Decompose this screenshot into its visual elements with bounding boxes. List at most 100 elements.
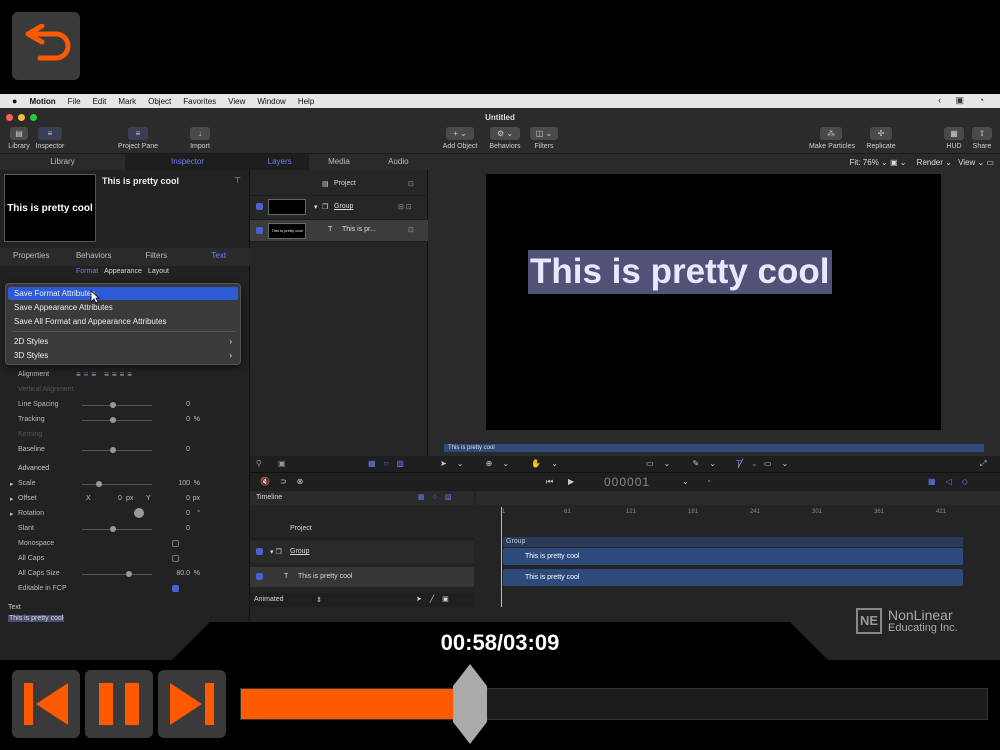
timeline-group-bar[interactable]: Group bbox=[503, 537, 963, 547]
project-pane-button[interactable]: ≡ bbox=[128, 127, 148, 140]
tab-media[interactable]: Media bbox=[309, 154, 368, 170]
canvas[interactable]: This is pretty cool bbox=[486, 174, 941, 430]
lock-icon[interactable]: ⊡ bbox=[408, 226, 414, 234]
menu-edit[interactable]: Edit bbox=[93, 97, 107, 106]
apple-icon[interactable]: ● bbox=[12, 96, 17, 106]
disclosure-triangle-icon[interactable]: ▸ bbox=[10, 510, 14, 518]
add-object-button[interactable]: + ⌄ bbox=[446, 127, 474, 140]
mask-tool-icon[interactable]: ▭⌄ bbox=[764, 459, 798, 468]
tab-appearance[interactable]: Appearance bbox=[104, 268, 142, 275]
view-menu[interactable]: View bbox=[958, 158, 975, 167]
render-menu[interactable]: Render bbox=[917, 158, 943, 167]
search-icon[interactable]: ⚲ bbox=[256, 459, 262, 468]
tab-layers[interactable]: Layers bbox=[250, 154, 310, 170]
filters-button[interactable]: ◫ ⌄ bbox=[530, 127, 558, 140]
expand-icon[interactable]: ⤢ bbox=[980, 459, 986, 469]
menu-object[interactable]: Object bbox=[148, 97, 171, 106]
menu-item-3d-styles[interactable]: 3D Styles › bbox=[8, 349, 238, 362]
slant-slider[interactable] bbox=[82, 529, 152, 530]
slant-knob[interactable] bbox=[110, 526, 116, 532]
timeline-track-2[interactable]: This is pretty cool bbox=[503, 569, 963, 586]
tab-properties[interactable]: Properties bbox=[0, 248, 63, 266]
line-spacing-knob[interactable] bbox=[110, 402, 116, 408]
scale-slider[interactable] bbox=[82, 484, 152, 485]
text-value-field[interactable]: This is pretty cool bbox=[8, 615, 65, 622]
pin-icon[interactable]: ⊤ bbox=[234, 176, 241, 185]
baseline-slider[interactable] bbox=[82, 450, 152, 451]
back-button[interactable] bbox=[12, 12, 80, 80]
progress-knob[interactable] bbox=[453, 664, 487, 744]
menu-item-save-appearance[interactable]: Save Appearance Attributes bbox=[8, 301, 238, 314]
tab-text[interactable]: Text bbox=[188, 248, 251, 266]
tab-layout[interactable]: Layout bbox=[148, 268, 169, 275]
group-visibility-checkbox[interactable] bbox=[256, 203, 263, 210]
inspector-toggle-button[interactable]: ≡ bbox=[38, 127, 62, 140]
menu-view[interactable]: View bbox=[228, 97, 245, 106]
transport-right-icons[interactable]: ▦◁◇ bbox=[928, 477, 978, 486]
group-disclosure-icon[interactable]: ▾ bbox=[314, 203, 318, 211]
make-particles-button[interactable]: ⁂ bbox=[820, 127, 842, 140]
layer-row-project[interactable]: ▤ Project ⊡ bbox=[250, 174, 428, 196]
timeline-view-icons[interactable]: ▦○▨ bbox=[418, 493, 459, 501]
thumbnail-toggle-icon[interactable]: ▣ bbox=[278, 459, 286, 468]
tab-format[interactable]: Format bbox=[76, 268, 98, 275]
layers-view-icons[interactable]: ▦○▨ bbox=[368, 459, 412, 468]
menu-file[interactable]: File bbox=[68, 97, 81, 106]
mini-timeline-track[interactable]: This is pretty cool bbox=[444, 444, 984, 452]
library-toggle-button[interactable]: ▤ bbox=[10, 127, 28, 140]
menu-app-name[interactable]: Motion bbox=[29, 97, 55, 106]
lock-icon[interactable]: ⊟ ⊡ bbox=[398, 203, 412, 211]
keyframe-tools[interactable]: ➤╱▣ bbox=[416, 595, 457, 603]
timeline-ruler[interactable] bbox=[476, 491, 1000, 505]
share-button[interactable]: ⇧ bbox=[972, 127, 992, 140]
canvas-tools-left[interactable]: ➤⌄ ⊕⌄ ✋⌄ bbox=[440, 459, 568, 468]
baseline-knob[interactable] bbox=[110, 447, 116, 453]
slant-value[interactable]: 0 bbox=[186, 525, 190, 532]
baseline-value[interactable]: 0 bbox=[186, 446, 190, 453]
tab-behaviors[interactable]: Behaviors bbox=[63, 248, 126, 266]
timeline-row-project[interactable]: Project bbox=[250, 519, 474, 539]
rotation-dial[interactable] bbox=[134, 508, 144, 518]
next-button[interactable] bbox=[158, 670, 226, 738]
tab-library[interactable]: Library bbox=[0, 154, 125, 170]
rotation-value[interactable]: 0 bbox=[186, 510, 190, 517]
playhead[interactable] bbox=[501, 507, 502, 607]
timeline-text-checkbox[interactable] bbox=[256, 573, 263, 580]
tracking-slider[interactable] bbox=[82, 420, 152, 421]
play-button[interactable]: ▶ bbox=[568, 477, 574, 486]
all-caps-size-knob[interactable] bbox=[126, 571, 132, 577]
animated-menu[interactable]: Animated bbox=[254, 596, 284, 603]
replicate-button[interactable]: ✣ bbox=[870, 127, 892, 140]
alignment-buttons[interactable]: ≡≡≡ ≡≡≡≡ bbox=[76, 370, 135, 379]
menu-favorites[interactable]: Favorites bbox=[183, 97, 216, 106]
menu-item-save-format[interactable]: Save Format Attributes bbox=[8, 287, 238, 300]
disclosure-triangle-icon[interactable]: ▸ bbox=[10, 480, 14, 488]
canvas-text-object[interactable]: This is pretty cool bbox=[528, 250, 832, 294]
timeline-row-group[interactable]: ▾ ❐ Group bbox=[250, 541, 474, 563]
rewind-button[interactable]: ⏮ bbox=[546, 477, 553, 487]
text-tool-icon[interactable]: T⌄ bbox=[736, 459, 768, 468]
layer-row-text[interactable]: This is pretty cool T This is pr... ⊡ bbox=[250, 220, 428, 242]
tab-filters[interactable]: Filters bbox=[125, 248, 188, 266]
menu-mark[interactable]: Mark bbox=[118, 97, 136, 106]
timing-icon[interactable]: ◔ bbox=[706, 477, 711, 486]
layer-row-group[interactable]: ▾ ❐ Group ⊟ ⊡ bbox=[250, 196, 428, 220]
disclosure-triangle-icon[interactable]: ▸ bbox=[10, 495, 14, 503]
menu-item-save-all[interactable]: Save All Format and Appearance Attribute… bbox=[8, 315, 238, 328]
previous-button[interactable] bbox=[12, 670, 80, 738]
editable-fcp-checkbox[interactable] bbox=[172, 585, 179, 592]
line-spacing-value[interactable]: 0 bbox=[186, 401, 190, 408]
timecode-dropdown-icon[interactable]: ⌄ bbox=[682, 477, 689, 486]
pause-button[interactable] bbox=[85, 670, 153, 738]
timeline-group-checkbox[interactable] bbox=[256, 548, 263, 555]
menu-item-2d-styles[interactable]: 2D Styles › bbox=[8, 335, 238, 348]
line-spacing-slider[interactable] bbox=[82, 405, 152, 406]
monospace-checkbox[interactable] bbox=[172, 540, 179, 547]
transport-left-icons[interactable]: 🔇⊃⊗ bbox=[260, 477, 313, 486]
scale-value[interactable]: 100 bbox=[178, 480, 190, 487]
all-caps-checkbox[interactable] bbox=[172, 555, 179, 562]
timeline-track-1[interactable]: This is pretty cool bbox=[503, 548, 963, 565]
zoom-level[interactable]: Fit: 76% bbox=[849, 158, 878, 167]
animated-dropdown-icon[interactable]: ⇕ bbox=[316, 596, 322, 604]
menu-help[interactable]: Help bbox=[298, 97, 314, 106]
